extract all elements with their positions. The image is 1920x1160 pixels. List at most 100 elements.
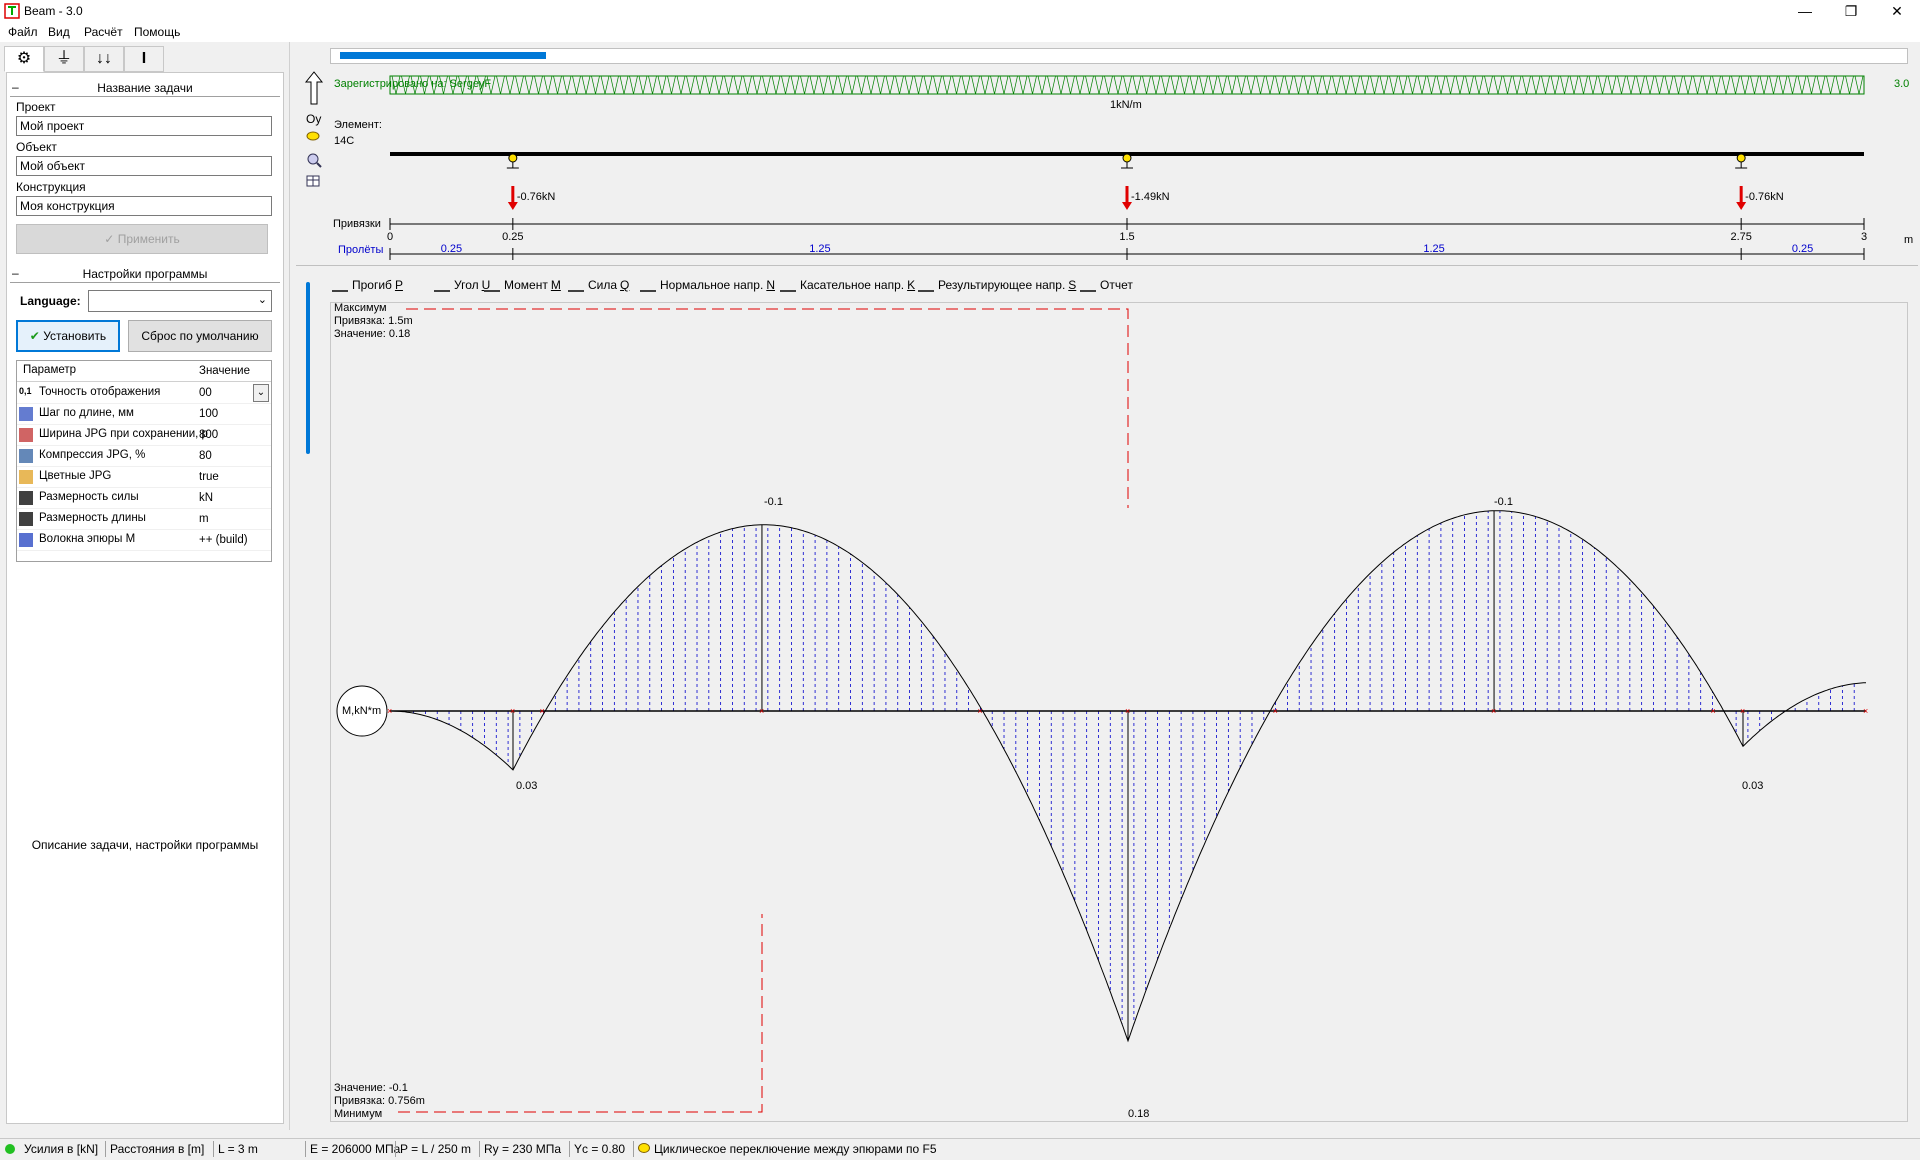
- vertical-slider[interactable]: [304, 282, 312, 454]
- param-value[interactable]: 100: [199, 408, 218, 420]
- length-unit-icon: [19, 512, 33, 526]
- param-name: Компрессия JPG, %: [39, 449, 146, 461]
- loads-icon: ↓↓: [96, 50, 112, 67]
- status-item: Yc = 0.80: [574, 1142, 626, 1156]
- param-value[interactable]: 800: [199, 429, 218, 441]
- oy-label: Oy: [306, 112, 322, 126]
- settings-section-title: Настройки программы: [10, 267, 280, 283]
- table-row[interactable]: Размерность силы kN: [17, 488, 271, 509]
- up-arrow-icon: [304, 71, 324, 105]
- tab-label: Прогиб: [352, 278, 392, 292]
- tab-label: Результирующее напр.: [938, 278, 1066, 292]
- apply-button[interactable]: ✓ Применить: [16, 224, 268, 254]
- param-value[interactable]: m: [199, 513, 209, 525]
- chevron-down-icon: ⌄: [257, 294, 267, 306]
- chevron-down-icon[interactable]: ⌄: [253, 384, 269, 402]
- tab-section[interactable]: I: [124, 46, 164, 72]
- table-row[interactable]: 0,1 Точность отображения 00 ⌄: [17, 383, 271, 404]
- param-name: Размерность длины: [39, 512, 146, 524]
- support-icon: [506, 153, 519, 169]
- install-button[interactable]: ✔ Установить: [16, 320, 120, 352]
- force-unit-icon: [19, 491, 33, 505]
- status-separator: [105, 1141, 106, 1157]
- param-value[interactable]: 00: [199, 387, 212, 399]
- menu-calc[interactable]: Расчёт: [84, 25, 123, 39]
- result-stress-icon: [918, 278, 934, 292]
- status-separator: [395, 1141, 396, 1157]
- ibeam-icon: I: [141, 50, 147, 67]
- status-item: Ry = 230 МПа: [484, 1142, 561, 1156]
- report-icon: [1080, 278, 1096, 292]
- angle-icon: [434, 278, 450, 292]
- scrollbar-thumb[interactable]: [340, 52, 546, 59]
- element-label: Элемент:: [334, 119, 382, 131]
- construction-field[interactable]: Моя конструкция: [16, 196, 272, 216]
- tab-loads[interactable]: ↓↓: [84, 46, 124, 72]
- table-icon[interactable]: [306, 175, 320, 187]
- close-button[interactable]: ✕: [1874, 0, 1920, 22]
- unit-circle-label: M,kN*m: [342, 705, 382, 717]
- title-bar: [0, 0, 1920, 22]
- menu-view[interactable]: Вид: [48, 25, 70, 39]
- project-label: Проект: [16, 100, 56, 114]
- gear-icon: ⚙: [16, 50, 32, 67]
- slider-track: [306, 282, 310, 454]
- tab-shear[interactable]: Сила Q: [568, 278, 629, 292]
- tab-hotkey: S: [1068, 278, 1077, 292]
- table-row[interactable]: Шаг по длине, мм 100: [17, 404, 271, 425]
- table-row[interactable]: Волокна эпюры М ++ (build): [17, 530, 271, 551]
- diagram-label: 0.03: [1742, 780, 1764, 792]
- beam-schematic: -0.76kN -1.49kN -0.76kN 0 0.25 1.5 2.75 3 0.2…: [304, 71, 1867, 260]
- tab-angle[interactable]: Угол U: [434, 278, 490, 292]
- diagram-label: -0.1: [764, 496, 783, 508]
- menu-file[interactable]: Файл: [8, 25, 38, 39]
- tab-report[interactable]: Отчет: [1080, 278, 1133, 292]
- tab-normal-stress[interactable]: Нормальное напр. N: [640, 278, 775, 292]
- min-indicator-line: [398, 914, 763, 1113]
- horizontal-scrollbar[interactable]: [330, 48, 1908, 64]
- deflection-icon: [332, 278, 348, 292]
- language-select[interactable]: ⌄: [88, 290, 272, 312]
- tab-deflection[interactable]: Прогиб P: [332, 278, 403, 292]
- table-row[interactable]: Цветные JPG true: [17, 467, 271, 488]
- restore-button[interactable]: ❐: [1828, 0, 1874, 22]
- tab-tangent-stress[interactable]: Касательное напр. K: [780, 278, 915, 292]
- moment-diagram: × × × × × × × × × × ×: [336, 308, 1868, 1113]
- node-marker: ×: [510, 706, 515, 716]
- tab-result-stress[interactable]: Результирующее напр. S: [918, 278, 1076, 292]
- comment-icon[interactable]: [306, 131, 320, 141]
- language-label: Language:: [20, 294, 81, 308]
- reset-button[interactable]: Сброс по умолчанию: [128, 320, 272, 352]
- header-param: Параметр: [23, 364, 77, 376]
- load-label: 1kN/m: [1110, 99, 1142, 111]
- zoom-icon[interactable]: [307, 153, 322, 168]
- tab-supports[interactable]: ⏚: [44, 46, 84, 72]
- diagram-label: 0.03: [516, 780, 538, 792]
- diagram-label: 0.18: [1128, 1108, 1150, 1120]
- table-row[interactable]: Размерность длины m: [17, 509, 271, 530]
- support-icon: ⏚: [55, 50, 72, 67]
- tab-settings[interactable]: ⚙: [4, 46, 44, 72]
- param-value[interactable]: 80: [199, 450, 212, 462]
- param-value[interactable]: ++ (build): [199, 534, 248, 546]
- binding-label: 1.5: [1119, 231, 1134, 243]
- span-label: 0.25: [441, 243, 462, 255]
- param-value[interactable]: kN: [199, 492, 213, 504]
- version-text: 3.0: [1894, 78, 1910, 90]
- project-field[interactable]: Мой проект: [16, 116, 272, 136]
- table-row[interactable]: Ширина JPG при сохранении, р 800: [17, 425, 271, 446]
- tab-label: Отчет: [1100, 278, 1133, 292]
- tab-moment[interactable]: Момент M: [484, 278, 561, 292]
- minimize-button[interactable]: —: [1782, 0, 1828, 22]
- jpg-width-icon: [19, 428, 33, 442]
- menu-help[interactable]: Помощь: [134, 25, 180, 39]
- object-field[interactable]: Мой объект: [16, 156, 272, 176]
- table-header: Параметр Значение: [17, 361, 271, 382]
- tip-icon: [638, 1143, 650, 1153]
- bindings-label: Привязки: [333, 218, 381, 230]
- table-row[interactable]: Компрессия JPG, % 80: [17, 446, 271, 467]
- param-value[interactable]: true: [199, 471, 219, 483]
- status-bar: [0, 1138, 1920, 1160]
- max-title: Максимум: [334, 302, 387, 314]
- node-marker: ×: [1740, 706, 1745, 716]
